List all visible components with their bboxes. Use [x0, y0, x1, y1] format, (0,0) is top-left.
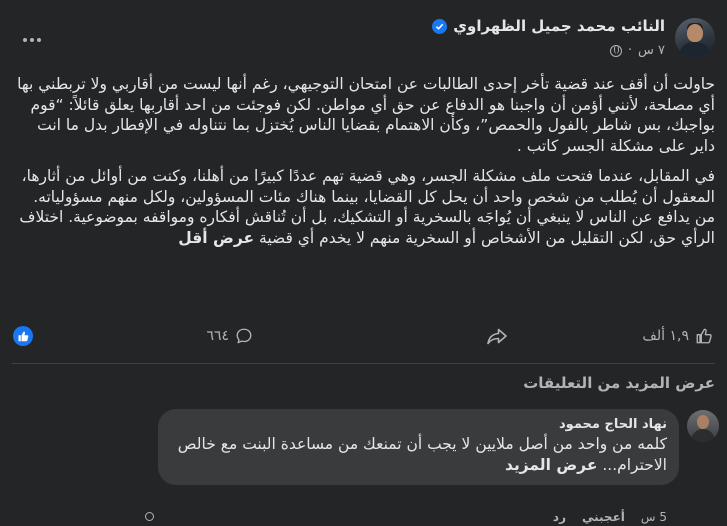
- post-body: حاولت أن أقف عند قضية تأخر إحدى الطالبات…: [10, 74, 715, 258]
- comment-like-button[interactable]: أعجبني: [582, 510, 625, 524]
- post-author-name[interactable]: النائب محمد جميل الظهراوي: [453, 17, 665, 35]
- post-meta: ٧ س ·: [609, 43, 665, 58]
- see-less-link[interactable]: عرض أقل: [178, 229, 254, 247]
- comment-see-more-link[interactable]: عرض المزيد: [505, 456, 597, 474]
- meta-separator: ·: [627, 43, 632, 58]
- post-divider: [12, 363, 715, 364]
- post-time[interactable]: ٧ س: [638, 43, 665, 58]
- more-options-icon[interactable]: [14, 22, 50, 58]
- dot-icon: [30, 38, 34, 42]
- post-paragraph-2: في المقابل، عندما فتحت ملف مشكلة الجسر، …: [10, 166, 715, 248]
- comment-actions: 5 س أعجبني رد: [553, 510, 667, 524]
- share-arrow-icon[interactable]: [486, 327, 508, 349]
- comments-count[interactable]: ٦٦٤: [206, 327, 253, 345]
- author-avatar[interactable]: [675, 18, 715, 58]
- view-more-comments-link[interactable]: عرض المزيد من التعليقات: [523, 374, 715, 392]
- comment-text: كلمه من واحد من أصل ملايين لا يجب أن تمن…: [170, 434, 667, 476]
- post-paragraph-2-text: في المقابل، عندما فتحت ملف مشكلة الجسر، …: [19, 167, 715, 247]
- comment-bubble: نهاد الحاج محمود كلمه من واحد من أصل ملا…: [158, 409, 679, 485]
- post-paragraph-1: حاولت أن أقف عند قضية تأخر إحدى الطالبات…: [17, 75, 715, 155]
- comment-globe-icon: [145, 512, 154, 521]
- verified-badge-icon: [432, 18, 448, 34]
- avatar-body: [679, 42, 711, 58]
- commenter-avatar[interactable]: [687, 410, 719, 442]
- like-thumb-icon: [696, 328, 712, 344]
- like-reaction-icon[interactable]: [13, 326, 33, 346]
- dot-icon: [23, 38, 27, 42]
- comment-time[interactable]: 5 س: [641, 510, 667, 524]
- post-author-row: النائب محمد جميل الظهراوي: [432, 17, 665, 35]
- commenter-body: [691, 429, 715, 442]
- globe-icon: [609, 44, 622, 57]
- comment-bubble-icon: [236, 328, 252, 344]
- reactions-count-text: ١,٩ ألف: [642, 328, 689, 344]
- avatar-face: [687, 24, 703, 42]
- reactions-count[interactable]: ١,٩ ألف: [642, 327, 713, 345]
- commenter-face: [697, 415, 709, 429]
- comment-reply-button[interactable]: رد: [553, 510, 566, 524]
- dot-icon: [37, 38, 41, 42]
- comment-author[interactable]: نهاد الحاج محمود: [170, 417, 667, 432]
- comments-count-text: ٦٦٤: [206, 328, 229, 344]
